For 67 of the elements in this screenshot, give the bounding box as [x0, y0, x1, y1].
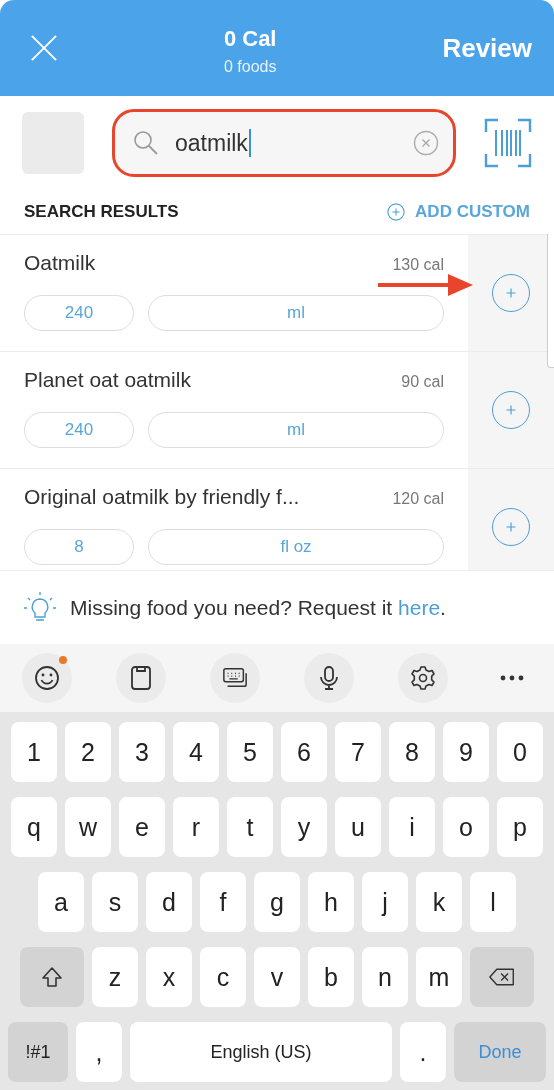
plus-circle-icon: [387, 203, 406, 221]
keyboard-key[interactable]: f: [200, 872, 246, 932]
request-food-message: Missing food you need? Request it here.: [70, 595, 446, 620]
settings-button[interactable]: [398, 653, 448, 703]
food-name[interactable]: Planet oat oatmilk: [24, 368, 191, 392]
food-count: 0 foods: [223, 58, 277, 76]
keyboard-key[interactable]: l: [470, 872, 516, 932]
keyboard-key[interactable]: ,: [76, 1022, 122, 1082]
keyboard-key[interactable]: 9: [443, 722, 489, 782]
food-name[interactable]: Original oatmilk by friendly f...: [24, 485, 300, 509]
keyboard-key[interactable]: 7: [335, 722, 381, 782]
keyboard-key[interactable]: r: [173, 797, 219, 857]
keyboard-key[interactable]: q: [11, 797, 57, 857]
keyboard-key[interactable]: s: [92, 872, 138, 932]
barcode-scan-icon[interactable]: [484, 118, 532, 168]
search-field[interactable]: oatmilk: [112, 109, 456, 177]
keyboard-key[interactable]: i: [389, 797, 435, 857]
keyboard-key[interactable]: c: [200, 947, 246, 1007]
keyboard-key[interactable]: v: [254, 947, 300, 1007]
keyboard-key[interactable]: k: [416, 872, 462, 932]
keyboard-key[interactable]: x: [146, 947, 192, 1007]
keyboard-key[interactable]: t: [227, 797, 273, 857]
microphone-button[interactable]: [304, 653, 354, 703]
keyboard-key[interactable]: 0: [497, 722, 543, 782]
keyboard-mode-button[interactable]: [210, 653, 260, 703]
clipboard-button[interactable]: [116, 653, 166, 703]
keyboard-key[interactable]: u: [335, 797, 381, 857]
calorie-count: 120 cal: [392, 490, 444, 508]
food-name[interactable]: Oatmilk: [24, 251, 96, 275]
settings-icon: [410, 665, 436, 691]
keyboard-key[interactable]: z: [92, 947, 138, 1007]
keyboard-key[interactable]: g: [254, 872, 300, 932]
keyboard-key[interactable]: .: [400, 1022, 446, 1082]
calorie-total: 0 Cal: [223, 26, 277, 52]
clipboard-icon: [128, 665, 154, 691]
keyboard-key[interactable]: b: [308, 947, 354, 1007]
calorie-count: 90 cal: [401, 373, 444, 391]
keyboard-key[interactable]: 2: [65, 722, 111, 782]
shift-icon: [39, 965, 65, 989]
keyboard-key[interactable]: 4: [173, 722, 219, 782]
keyboard-key[interactable]: e: [119, 797, 165, 857]
keyboard-key[interactable]: 3: [119, 722, 165, 782]
keyboard-key[interactable]: y: [281, 797, 327, 857]
symbols-key[interactable]: !#1: [8, 1022, 68, 1082]
keyboard-key[interactable]: 5: [227, 722, 273, 782]
emoji-button[interactable]: [22, 653, 72, 703]
keyboard-key[interactable]: 8: [389, 722, 435, 782]
space-key[interactable]: English (US): [130, 1022, 392, 1082]
keyboard-key[interactable]: d: [146, 872, 192, 932]
keyboard-key[interactable]: h: [308, 872, 354, 932]
keyboard-key[interactable]: 1: [11, 722, 57, 782]
keyboard-key[interactable]: j: [362, 872, 408, 932]
more-icon: [499, 674, 525, 682]
keyboard-key[interactable]: a: [38, 872, 84, 932]
keyboard-key[interactable]: p: [497, 797, 543, 857]
calorie-count: 130 cal: [392, 256, 444, 274]
close-icon[interactable]: [30, 34, 58, 62]
shift-key[interactable]: [20, 947, 84, 1007]
backspace-key[interactable]: [470, 947, 534, 1007]
keyboard-key[interactable]: w: [65, 797, 111, 857]
keyboard-key[interactable]: m: [416, 947, 462, 1007]
smiley-icon: [34, 665, 60, 691]
section-title: SEARCH RESULTS: [24, 202, 179, 222]
search-icon: [133, 130, 159, 156]
keyboard-key[interactable]: o: [443, 797, 489, 857]
keyboard-key[interactable]: 6: [281, 722, 327, 782]
keyboard-key[interactable]: n: [362, 947, 408, 1007]
